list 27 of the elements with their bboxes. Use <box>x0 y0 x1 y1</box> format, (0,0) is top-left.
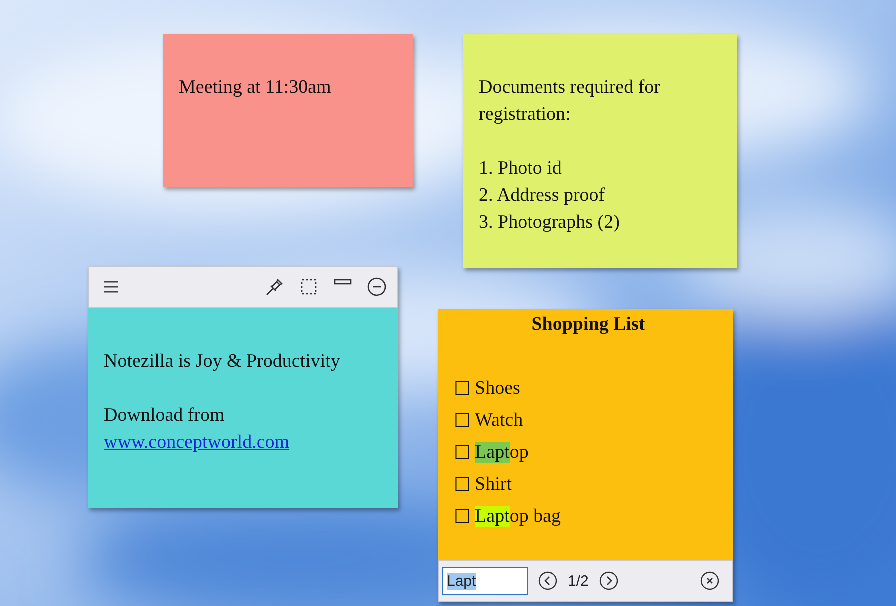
website-link[interactable]: www.conceptworld.com <box>104 429 290 456</box>
next-icon[interactable] <box>598 571 619 591</box>
list-item-text: Watch <box>475 409 524 433</box>
note-text: Notezilla is Joy & Productivity <box>104 350 342 374</box>
select-icon[interactable] <box>299 277 319 297</box>
list-item-text: Shoes <box>475 377 520 401</box>
checkbox[interactable]: ☐ <box>454 380 472 398</box>
note-text: 1. Photo id <box>479 157 563 181</box>
note-text: 3. Photographs (2) <box>479 211 621 235</box>
checkbox[interactable]: ☐ <box>454 476 472 494</box>
match-count: 1/2 <box>568 572 589 590</box>
note-text: Meeting at 11:30am <box>179 76 332 100</box>
search-field[interactable]: Lapt <box>442 567 528 595</box>
note-text: 2. Address proof <box>479 184 606 208</box>
checkbox[interactable]: ☐ <box>454 444 472 462</box>
note-title: Shopping List <box>530 314 646 336</box>
list-item-text: Shirt <box>475 473 512 497</box>
previous-icon[interactable] <box>538 571 558 591</box>
list-item-text: Laptop bag <box>475 505 562 529</box>
minimize-icon[interactable] <box>367 277 387 297</box>
note-text: Download from <box>104 404 226 428</box>
note-text: Documents required for registration: <box>479 76 662 127</box>
close-icon[interactable] <box>700 571 720 591</box>
pin-icon[interactable] <box>265 277 285 297</box>
checkbox[interactable]: ☐ <box>454 412 472 430</box>
list-item-text: Laptop <box>475 441 529 465</box>
checkbox[interactable]: ☐ <box>454 508 472 526</box>
